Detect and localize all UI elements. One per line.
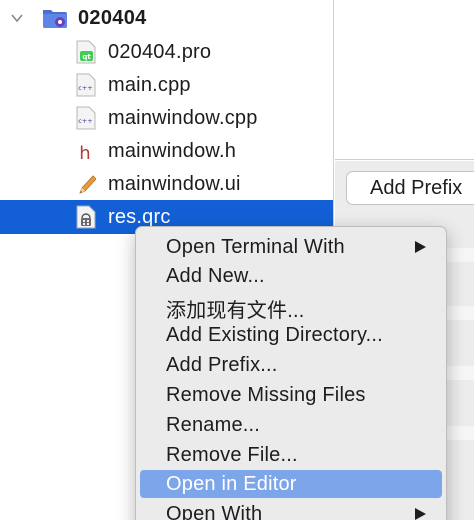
menu-item-label: Add Prefix...	[166, 354, 278, 376]
menu-item-label: Remove File...	[166, 444, 298, 466]
file-name: 020404.pro	[108, 41, 212, 63]
menu-item-remove-file[interactable]: Remove File...	[140, 441, 442, 469]
context-menu: Open Terminal With Add New... 添加现有文件... …	[135, 226, 447, 520]
file-name: mainwindow.ui	[108, 173, 241, 195]
tree-item-file[interactable]: qt 020404.pro	[0, 35, 333, 69]
menu-item-label: Add Existing Directory...	[166, 324, 383, 346]
pane-divider	[444, 306, 474, 320]
cpp-file-icon: c++	[76, 106, 96, 130]
cpp-badge-text: c++	[78, 84, 92, 92]
menu-item-add-existing-files[interactable]: 添加现有文件...	[140, 291, 442, 322]
menu-item-open-terminal-with[interactable]: Open Terminal With	[140, 233, 442, 261]
tree-item-file[interactable]: c++ mainwindow.cpp	[0, 101, 333, 135]
submenu-arrow-icon	[415, 241, 426, 253]
cpp-badge-text: c++	[78, 117, 92, 125]
menu-item-label: Open With	[166, 503, 263, 520]
menu-item-add-new[interactable]: Add New...	[140, 262, 442, 290]
project-name: 020404	[78, 7, 147, 29]
tree-item-project[interactable]: 020404	[0, 1, 333, 35]
menu-item-open-with[interactable]: Open With	[140, 500, 442, 520]
menu-item-label: Remove Missing Files	[166, 384, 366, 406]
file-name: mainwindow.h	[108, 140, 237, 162]
header-badge-text: h	[79, 143, 90, 163]
menu-item-label: Rename...	[166, 414, 261, 436]
menu-item-label: 添加现有文件...	[166, 300, 305, 322]
menu-item-label: Open Terminal With	[166, 236, 345, 258]
qt-project-file-icon: qt	[76, 40, 96, 64]
qt-badge-text: qt	[82, 53, 91, 61]
menu-item-rename[interactable]: Rename...	[140, 411, 442, 439]
cpp-file-icon: c++	[76, 73, 96, 97]
qt-project-folder-icon	[43, 10, 67, 28]
menu-item-label: Open in Editor	[166, 473, 297, 495]
add-prefix-button[interactable]: Add Prefix	[346, 171, 474, 205]
file-name: main.cpp	[108, 74, 191, 96]
tree-item-file[interactable]: h mainwindow.h	[0, 134, 333, 168]
menu-item-add-existing-directory[interactable]: Add Existing Directory...	[140, 321, 442, 349]
chevron-down-icon[interactable]	[10, 11, 24, 25]
editor-top-pane	[335, 0, 474, 160]
pane-divider	[444, 426, 474, 440]
pane-divider	[444, 248, 474, 262]
file-name: mainwindow.cpp	[108, 107, 258, 129]
menu-item-add-prefix[interactable]: Add Prefix...	[140, 351, 442, 379]
pane-divider	[444, 366, 474, 380]
qrc-resource-file-icon	[76, 205, 96, 229]
header-file-icon: h	[79, 143, 90, 163]
ui-form-file-icon	[79, 175, 96, 194]
tree-item-file[interactable]: c++ main.cpp	[0, 68, 333, 102]
menu-item-open-in-editor[interactable]: Open in Editor	[140, 470, 442, 498]
menu-item-remove-missing-files[interactable]: Remove Missing Files	[140, 381, 442, 409]
tree-item-file[interactable]: mainwindow.ui	[0, 167, 333, 201]
menu-item-label: Add New...	[166, 265, 265, 287]
submenu-arrow-icon	[415, 508, 426, 520]
